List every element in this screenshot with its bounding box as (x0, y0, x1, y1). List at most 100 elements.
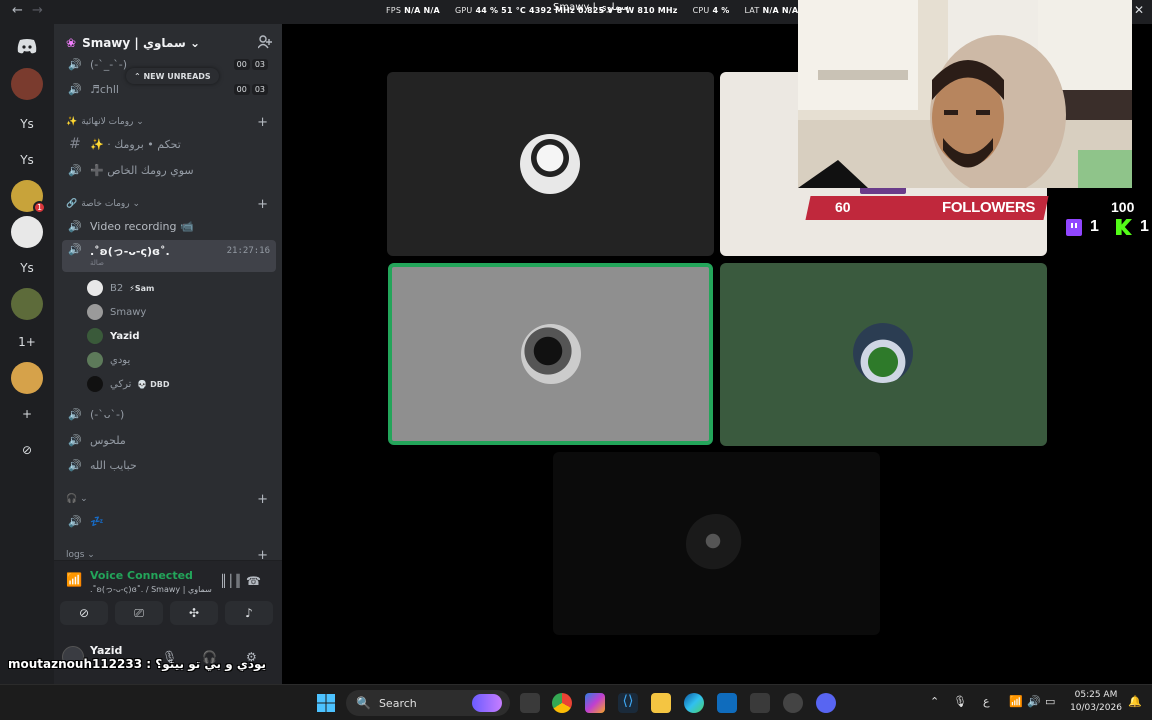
camera-off-button[interactable]: ⊘ (60, 601, 108, 625)
member-name: Yazid (110, 330, 140, 342)
voice-member[interactable]: Yazid (86, 325, 266, 347)
server-name: Smawy | سماوي ⌄ (82, 36, 200, 50)
avatar (86, 351, 104, 369)
avatar (86, 303, 104, 321)
follower-goal: 100 (1111, 199, 1135, 215)
add-channel-icon[interactable]: + (257, 492, 268, 507)
search-icon: 🔍 (356, 696, 371, 710)
voice-member[interactable]: يودي (86, 349, 266, 371)
file-explorer-icon[interactable] (651, 693, 671, 713)
voice-member[interactable]: تركي 💀 DBD (86, 373, 266, 395)
avatar (686, 514, 746, 574)
avatar (86, 375, 104, 393)
channel-video-recording[interactable]: 🔊 Video recording 📹 (62, 214, 276, 238)
forward-arrow-icon[interactable]: → (32, 3, 43, 18)
user-name[interactable]: Yazid (90, 644, 122, 657)
add-channel-icon[interactable]: + (257, 197, 268, 212)
stream-chat-overlay: moutaznouh112233 : يودي و بي تو بيتو؟ (8, 657, 267, 671)
speaker-icon: 🔊 (68, 514, 82, 528)
kick-count: 1 (1116, 218, 1149, 236)
wifi-icon[interactable]: 📶 (1009, 695, 1023, 708)
discord-taskbar-icon[interactable] (816, 693, 836, 713)
windows-start-icon[interactable] (316, 693, 336, 713)
server-icon-text[interactable]: + (11, 398, 43, 430)
battery-icon[interactable]: ▭ (1045, 695, 1055, 708)
noise-suppression-icon[interactable]: ║│║ (220, 574, 242, 588)
chrome-icon[interactable] (552, 693, 572, 713)
server-icon[interactable] (11, 288, 43, 320)
participant-tile[interactable] (720, 263, 1047, 446)
volume-icon[interactable]: 🔊 (1027, 695, 1041, 708)
back-arrow-icon[interactable]: ← (12, 3, 23, 18)
copilot-icon[interactable] (585, 693, 605, 713)
outlook-icon[interactable] (717, 693, 737, 713)
participant-tile[interactable] (387, 72, 714, 256)
server-icon[interactable]: 1 (11, 180, 46, 214)
soundboard-icon: ♪ (245, 606, 253, 620)
server-icon[interactable] (11, 216, 43, 248)
channel-sidebar: ❀ Smawy | سماوي ⌄ 🔊 (-`_-`-) 00 03 ⌃ NEW … (54, 24, 282, 684)
input-language[interactable]: ع (983, 695, 990, 708)
followers-count: 60 (835, 199, 851, 215)
member-name: Smawy (110, 306, 147, 318)
participant-tile-speaking[interactable] (388, 263, 713, 445)
speaker-icon: 🔊 (68, 458, 82, 472)
speaker-icon: 🔊 (68, 163, 82, 177)
channel-active[interactable]: 🔊 .˚ʚ(っ-ᴗ-ς)ɞ˚. صالة 21:27:16 (62, 240, 276, 272)
system-clock[interactable]: 05:25 AM 10/03/2026 (1068, 689, 1124, 715)
screen: ← → Smawy | سماوي ✕ FPS N/A N/A GPU 44 % 51 … (0, 0, 1152, 720)
app-icon[interactable] (783, 693, 803, 713)
store-icon[interactable] (750, 693, 770, 713)
taskbar: 🔍 Search ⟨⟩ ⌃ 🎙 ع 📶 🔊 ▭ 05:25 AM 10/03/2… (0, 684, 1152, 720)
channel-item[interactable]: 🔊 ملحوس (62, 428, 276, 452)
tray-chevron-icon[interactable]: ⌃ (930, 695, 939, 708)
signal-icon[interactable]: 📶 (66, 573, 82, 588)
server-icon-text[interactable]: Ys (11, 144, 43, 176)
channel-item[interactable]: 🔊 حبايب الله (62, 453, 276, 477)
task-view-icon[interactable] (520, 693, 540, 713)
channel-item[interactable]: 🔊 (-`ᴗ`-) (62, 402, 276, 426)
voice-member[interactable]: Smawy (86, 301, 266, 323)
camera-off-icon: ⊘ (78, 606, 90, 620)
participant-tile[interactable] (553, 452, 880, 635)
voice-channel-path[interactable]: .˚ʚ(っ-ᴗ-ς)ɞ˚. / Smawy | سماوي (90, 584, 212, 595)
hash-icon: # (69, 136, 81, 152)
screen-share-button[interactable]: ⎚ (115, 601, 163, 625)
soundboard-button[interactable]: ♪ (225, 601, 273, 625)
channel-item[interactable]: 🔊 💤 (62, 509, 276, 533)
vscode-icon[interactable]: ⟨⟩ (618, 693, 638, 713)
avatar (521, 324, 581, 384)
category-header[interactable]: ✨ رومات لانهائية ⌄ + (66, 114, 276, 130)
server-icon-text[interactable]: Ys (11, 108, 43, 140)
category-header[interactable]: 🔗 رومات خاصة ⌄ + (66, 196, 276, 212)
channel-item[interactable]: # ✨ · تحكم • برومك (62, 132, 276, 156)
edge-icon[interactable] (684, 693, 704, 713)
notifications-icon[interactable]: 🔔 (1128, 695, 1142, 708)
server-icon-text[interactable]: 1+ (11, 326, 43, 358)
activities-button[interactable]: ✣ (170, 601, 218, 625)
server-icon[interactable] (11, 68, 43, 100)
channel-item[interactable]: 🔊 ➕ سوي رومك الخاص (62, 158, 276, 182)
disconnect-icon[interactable]: ☎ (246, 574, 261, 588)
speaker-icon: 🔊 (68, 57, 82, 71)
server-icon-text[interactable]: ⊘ (11, 434, 43, 466)
speaker-icon: 🔊 (68, 82, 82, 96)
server-rail: Ys Ys 1 Ys 1+ + ⊘ (0, 24, 54, 684)
channel-timer: 21:27:16 (226, 246, 270, 256)
avatar (86, 327, 104, 345)
discord-home-icon[interactable] (11, 30, 43, 62)
twitch-count: 1 (1066, 218, 1099, 236)
server-icon-text[interactable]: Ys (11, 252, 43, 284)
taskbar-search[interactable]: 🔍 Search (346, 690, 510, 716)
voice-status[interactable]: Voice Connected (90, 569, 193, 582)
voice-member[interactable]: B2 ⚡Sam (86, 277, 266, 299)
invite-people-icon[interactable] (257, 35, 272, 53)
tray-microphone-icon[interactable]: 🎙 (953, 695, 967, 708)
boost-icon: ❀ (66, 36, 77, 50)
add-channel-icon[interactable]: + (257, 115, 268, 130)
category-header[interactable]: 🎧 ⌄ + (66, 491, 276, 507)
mention-badge: 1 (33, 201, 46, 214)
channel-item[interactable]: 🔊 ♬chll 00 03 (62, 77, 276, 101)
close-window-icon[interactable]: ✕ (1134, 3, 1144, 17)
server-icon[interactable] (11, 362, 43, 394)
